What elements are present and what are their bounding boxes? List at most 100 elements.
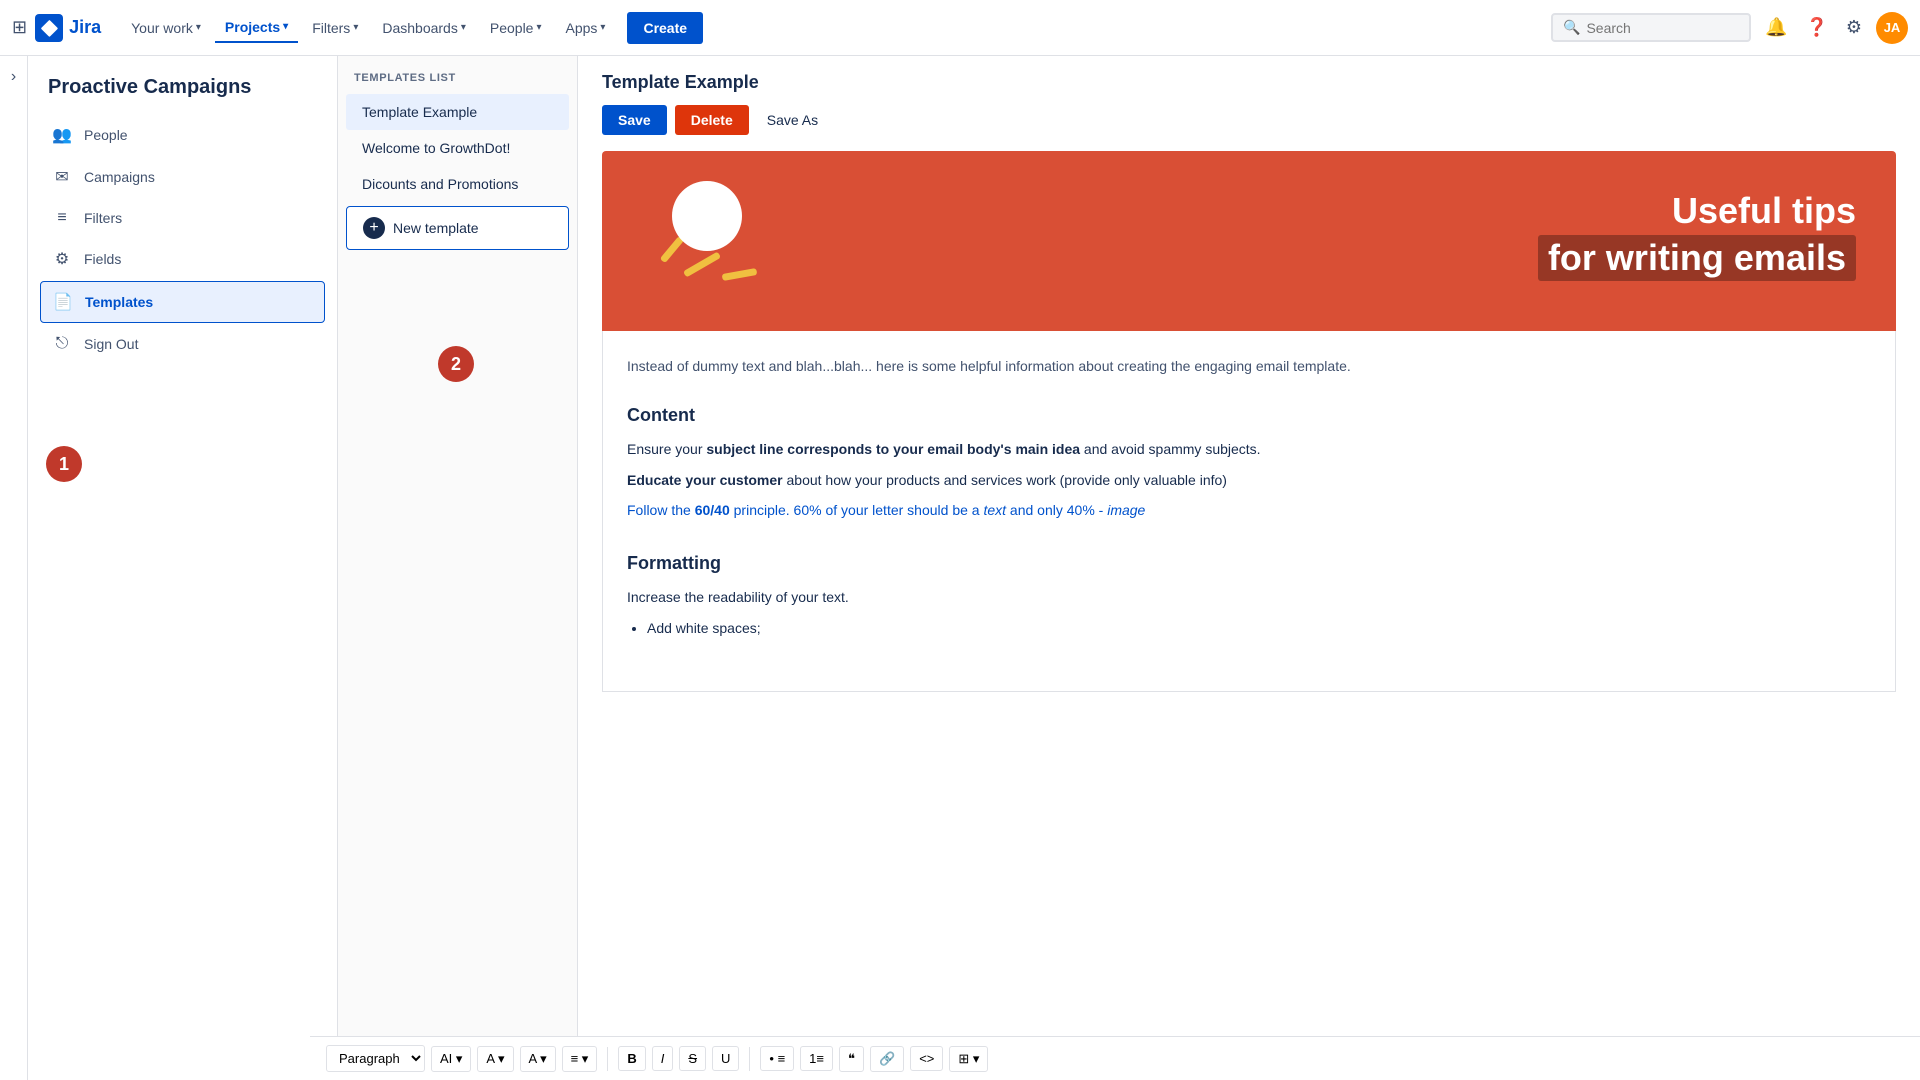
link-button[interactable]: 🔗 <box>870 1046 904 1072</box>
help-icon[interactable]: ❓ <box>1801 13 1831 42</box>
chevron-down-icon: ▾ <box>600 22 605 33</box>
sidebar-item-fields[interactable]: ⚙ Fields <box>40 239 325 279</box>
chevron-down-icon: ▾ <box>353 22 358 33</box>
main-layout: › Proactive Campaigns 👥 People ✉ Campaig… <box>0 56 1920 1080</box>
align-button[interactable]: ≡ ▾ <box>562 1046 598 1072</box>
ai-button[interactable]: AI ▾ <box>431 1046 471 1072</box>
new-template-button[interactable]: + New template <box>346 206 569 250</box>
content-para-1: Ensure your subject line corresponds to … <box>627 438 1871 460</box>
bold-button[interactable]: B <box>618 1046 645 1071</box>
logo[interactable]: Jira <box>35 14 101 42</box>
nav-dashboards[interactable]: Dashboards ▾ <box>372 14 476 42</box>
template-item-discounts[interactable]: Dicounts and Promotions <box>346 166 569 202</box>
ordered-list-button[interactable]: 1≡ <box>800 1046 833 1071</box>
settings-icon[interactable]: ⚙ <box>1842 13 1866 42</box>
jira-logo-icon <box>35 14 63 42</box>
search-bar[interactable]: 🔍 <box>1551 13 1751 42</box>
quote-button[interactable]: ❝ <box>839 1046 864 1072</box>
toolbar-divider-1 <box>607 1047 608 1071</box>
formatting-section-title: Formatting <box>627 549 1871 578</box>
strikethrough-button[interactable]: S <box>679 1046 706 1071</box>
jira-logo-text: Jira <box>69 17 101 38</box>
nav-people[interactable]: People ▾ <box>480 14 552 42</box>
chevron-right-icon: › <box>11 68 16 86</box>
sidebar-item-campaigns[interactable]: ✉ Campaigns <box>40 157 325 197</box>
chevron-down-icon: ▾ <box>461 22 466 33</box>
nav-apps[interactable]: Apps ▾ <box>556 14 616 42</box>
signout-icon: ⎋ <box>52 335 72 353</box>
paragraph-select[interactable]: Paragraph <box>326 1045 425 1072</box>
table-button[interactable]: ⊞ ▾ <box>949 1046 988 1072</box>
chevron-down-icon: ▾ <box>283 21 288 32</box>
avatar[interactable]: JA <box>1876 12 1908 44</box>
search-icon: 🔍 <box>1563 19 1580 36</box>
sidebar-menu: 👥 People ✉ Campaigns ≡ Filters ⚙ Fields … <box>28 115 337 363</box>
code-button[interactable]: <> <box>910 1046 943 1071</box>
delete-button[interactable]: Delete <box>675 105 749 135</box>
formatting-list: Add white spaces; <box>647 617 1871 639</box>
italic-button[interactable]: I <box>652 1046 674 1071</box>
content-header: Template Example Save Delete Save As <box>578 56 1920 135</box>
project-title: Proactive Campaigns <box>28 56 337 115</box>
list-item: Add white spaces; <box>647 617 1871 639</box>
sidebar-item-templates[interactable]: 📄 Templates <box>40 281 325 323</box>
save-as-button[interactable]: Save As <box>757 105 828 135</box>
email-section-content: Content Ensure your subject line corresp… <box>627 401 1871 521</box>
nav-your-work[interactable]: Your work ▾ <box>121 14 211 42</box>
left-sidebar: Proactive Campaigns 👥 People ✉ Campaigns… <box>28 56 338 1080</box>
banner-ray3 <box>657 246 687 253</box>
banner-sun-decoration <box>672 181 742 251</box>
editor-toolbar: Paragraph AI ▾ A ▾ A ▾ ≡ ▾ B I S U • ≡ 1… <box>310 1036 1920 1080</box>
sidebar-item-signout[interactable]: ⎋ Sign Out <box>40 325 325 363</box>
nav-links: Your work ▾ Projects ▾ Filters ▾ Dashboa… <box>121 12 1551 44</box>
save-button[interactable]: Save <box>602 105 667 135</box>
templates-list-label: Templates List <box>338 72 577 94</box>
banner-text: Useful tips for writing emails <box>1538 191 1856 281</box>
banner-ray2 <box>722 271 757 278</box>
bullet-list-button[interactable]: • ≡ <box>760 1046 794 1071</box>
notifications-icon[interactable]: 🔔 <box>1761 13 1791 42</box>
toolbar-divider-2 <box>749 1047 750 1071</box>
content-para-3: Follow the 60/40 principle. 60% of your … <box>627 499 1871 521</box>
create-button[interactable]: Create <box>627 12 703 44</box>
email-body: Instead of dummy text and blah...blah...… <box>602 331 1896 692</box>
nav-filters[interactable]: Filters ▾ <box>302 14 368 42</box>
template-title: Template Example <box>602 72 1896 93</box>
annotation-2: 2 <box>438 346 474 382</box>
topnav-right-section: 🔍 🔔 ❓ ⚙ JA <box>1551 12 1908 44</box>
sidebar-item-filters[interactable]: ≡ Filters <box>40 199 325 237</box>
chevron-down-icon: ▾ <box>196 22 201 33</box>
banner-line1: Useful tips <box>1538 191 1856 231</box>
email-preview: Useful tips for writing emails Instead o… <box>578 151 1920 772</box>
content-para-2: Educate your customer about how your pro… <box>627 469 1871 491</box>
template-item-welcome[interactable]: Welcome to GrowthDot! <box>346 130 569 166</box>
email-section-formatting: Formatting Increase the readability of y… <box>627 549 1871 639</box>
email-intro-text: Instead of dummy text and blah...blah...… <box>627 355 1871 377</box>
sidebar-item-people[interactable]: 👥 People <box>40 115 325 155</box>
campaigns-icon: ✉ <box>52 167 72 187</box>
banner-rays-decoration <box>682 261 722 272</box>
templates-list-panel: Templates List Template Example Welcome … <box>338 56 578 1080</box>
email-banner: Useful tips for writing emails <box>602 151 1896 331</box>
banner-line2: for writing emails <box>1538 235 1856 281</box>
annotation-1: 1 <box>46 446 82 482</box>
sidebar-toggle[interactable]: › <box>0 56 28 1080</box>
filters-icon: ≡ <box>52 209 72 227</box>
plus-icon: + <box>363 217 385 239</box>
grid-icon[interactable]: ⊞ <box>12 17 27 38</box>
people-icon: 👥 <box>52 125 72 145</box>
nav-projects[interactable]: Projects ▾ <box>215 13 298 43</box>
search-input[interactable] <box>1586 20 1739 36</box>
formatting-intro: Increase the readability of your text. <box>627 586 1871 608</box>
font-size-button[interactable]: A ▾ <box>477 1046 513 1072</box>
content-area[interactable]: Template Example Save Delete Save As <box>578 56 1920 1080</box>
content-section-title: Content <box>627 401 1871 430</box>
template-toolbar: Save Delete Save As <box>602 105 1896 135</box>
text-color-button[interactable]: A ▾ <box>520 1046 556 1072</box>
top-navigation: ⊞ Jira Your work ▾ Projects ▾ Filters ▾ … <box>0 0 1920 56</box>
templates-icon: 📄 <box>53 292 73 312</box>
fields-icon: ⚙ <box>52 249 72 269</box>
underline-button[interactable]: U <box>712 1046 739 1071</box>
template-item-example[interactable]: Template Example <box>346 94 569 130</box>
chevron-down-icon: ▾ <box>536 22 541 33</box>
